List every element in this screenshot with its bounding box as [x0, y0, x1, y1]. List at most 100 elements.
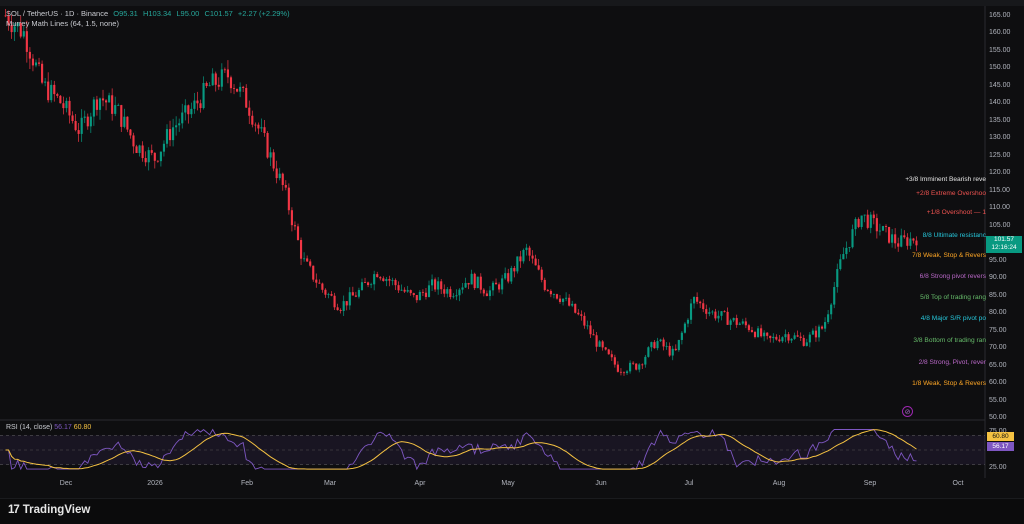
last-price: 101.57 — [994, 236, 1014, 243]
candle-body — [866, 214, 869, 228]
candle-body — [135, 146, 138, 153]
candle-body — [123, 116, 126, 127]
candle-body — [580, 314, 583, 316]
candle-body — [257, 124, 260, 129]
candle-body — [34, 62, 38, 66]
candle-body — [744, 321, 747, 326]
candle-body — [775, 336, 778, 340]
candle-body — [699, 301, 702, 304]
candle-body — [571, 303, 574, 306]
candle-body — [510, 268, 513, 282]
candle-body — [226, 69, 229, 78]
candle-body — [897, 243, 900, 247]
candle-body — [863, 214, 866, 216]
candle-body — [772, 336, 775, 339]
candle-body — [714, 311, 717, 319]
candle-body — [903, 235, 906, 238]
candle-body — [184, 105, 187, 113]
candle-body — [217, 84, 220, 87]
candle-body — [565, 297, 568, 299]
price-tick: 150.00 — [989, 64, 1011, 71]
alert-circle-icon[interactable]: ⊘ — [902, 406, 913, 417]
murrey-line-label: 2/8 Strong, Pivot, rever — [918, 358, 986, 366]
candle-body — [647, 347, 650, 357]
candle-body — [616, 364, 619, 372]
price-tick: 85.00 — [989, 291, 1007, 299]
candle-body — [147, 150, 150, 163]
candle-body — [190, 108, 193, 115]
candle-body — [552, 294, 555, 295]
candle-body — [400, 289, 403, 291]
candle-body — [735, 318, 738, 325]
tradingview-logo-icon: 17 — [8, 504, 20, 516]
candle-body — [370, 284, 373, 286]
candle-body — [397, 285, 400, 291]
candle-body — [287, 187, 290, 211]
indicator-label[interactable]: Murrey Math Lines (64, 1.5, none) — [6, 19, 119, 28]
candle-body — [811, 330, 814, 335]
candle-body — [193, 100, 196, 109]
candle-body — [223, 69, 226, 71]
candle-body — [50, 84, 53, 101]
time-tick: Oct — [952, 480, 964, 487]
candle-body — [159, 151, 162, 162]
high-value: H103.34 — [142, 9, 172, 18]
price-tick: 60.00 — [989, 379, 1007, 386]
candle-body — [705, 309, 708, 314]
candle-body — [473, 273, 476, 289]
candle-body — [80, 117, 83, 134]
candle-body — [546, 289, 549, 291]
candle-body — [827, 314, 830, 323]
candle-body — [592, 334, 595, 336]
candle-body — [28, 51, 31, 59]
candle-body — [178, 123, 181, 126]
candle-body — [412, 293, 415, 296]
candle-body — [175, 125, 178, 128]
candle-body — [86, 116, 89, 127]
candle-body — [242, 86, 245, 88]
candle-body — [741, 321, 744, 324]
candle-body — [232, 88, 236, 89]
brand[interactable]: 17 TradingView — [8, 504, 90, 516]
price-tick: 140.00 — [989, 99, 1011, 106]
price-tick: 75.00 — [989, 326, 1007, 334]
candle-body — [272, 152, 275, 169]
candle-body — [187, 105, 190, 115]
candle-body — [306, 258, 309, 262]
price-chart[interactable] — [0, 0, 1024, 523]
candle-body — [172, 127, 175, 141]
candle-body — [656, 341, 659, 349]
candle-body — [638, 364, 641, 370]
candle-body — [622, 372, 626, 374]
candle-body — [373, 274, 376, 285]
candle-body — [659, 339, 662, 342]
candle-body — [312, 265, 315, 280]
symbol-label[interactable]: SOL / TetherUS · 1D · Binance — [6, 9, 108, 18]
candle-body — [610, 354, 613, 358]
candle-body — [111, 95, 114, 114]
candle-body — [619, 371, 623, 373]
candle-body — [756, 328, 760, 337]
price-tick: 105.00 — [989, 221, 1011, 229]
candle-body — [543, 279, 546, 290]
rsi-value-tag: 56.17 — [987, 442, 1014, 451]
candle-body — [293, 225, 297, 227]
candle-body — [168, 129, 172, 141]
candle-body — [577, 312, 580, 315]
time-axis[interactable]: Dec 2026 Feb Mar Apr May Jun Jul Aug Sep Oct — [0, 478, 985, 492]
candle-body — [138, 145, 141, 153]
murrey-line-label: +2/8 Extreme Overshoo — [916, 190, 986, 197]
candle-body — [89, 116, 92, 127]
candle-body — [900, 235, 903, 247]
candle-body — [513, 268, 516, 272]
candle-body — [114, 105, 117, 114]
murrey-line-label: 1/8 Weak, Stop & Revers — [912, 379, 986, 387]
rsi-ma-value: 60.80 — [73, 424, 92, 431]
candle-body — [208, 85, 211, 87]
candle-body — [494, 282, 498, 285]
candle-body — [56, 94, 59, 96]
rsi-label[interactable]: RSI (14, close) — [6, 424, 52, 431]
candle-body — [802, 337, 805, 346]
candle-body — [83, 116, 86, 118]
chart-legend: SOL / TetherUS · 1D · Binance O95.31 H10… — [6, 9, 293, 29]
